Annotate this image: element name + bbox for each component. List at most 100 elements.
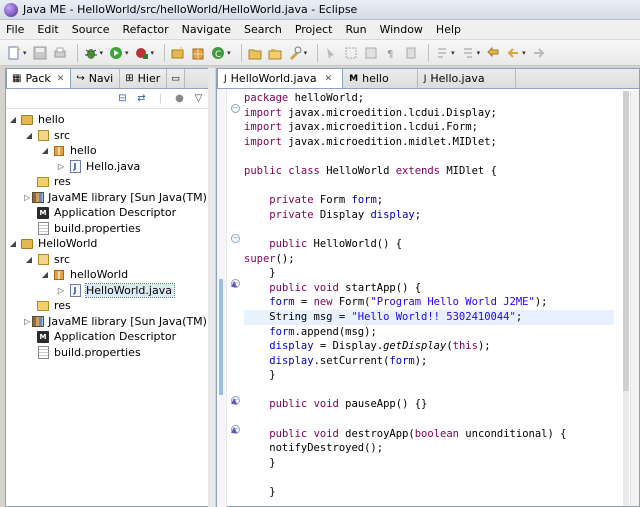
code-line[interactable]: import javax.microedition.lcdui.Form; <box>244 120 614 135</box>
collapse-all-icon[interactable]: ⊟ <box>115 91 130 106</box>
last-edit-location-icon[interactable] <box>485 45 501 61</box>
search-dropdown-icon[interactable]: ▾ <box>304 49 308 57</box>
code-line[interactable] <box>244 470 614 485</box>
source-code[interactable]: package helloWorld; import javax.microedi… <box>244 91 614 500</box>
tree-item[interactable]: ◢ HelloWorld <box>6 236 212 252</box>
code-line[interactable] <box>244 383 614 398</box>
next-annotation-icon[interactable] <box>434 45 450 61</box>
debug-dropdown-icon[interactable]: ▾ <box>100 49 104 57</box>
new-icon[interactable] <box>6 45 22 61</box>
close-icon[interactable]: ✕ <box>325 74 333 84</box>
minimize-icon[interactable]: ▭ <box>171 74 180 84</box>
tree-item[interactable]: build.properties <box>6 221 212 237</box>
tree-item[interactable]: M Application Descriptor <box>6 205 212 221</box>
back-dropdown-icon[interactable]: ▾ <box>522 49 526 57</box>
new-java-project-icon[interactable] <box>170 45 186 61</box>
code-line[interactable] <box>244 179 614 194</box>
new-class-icon[interactable]: C <box>210 45 226 61</box>
menu-edit[interactable]: Edit <box>37 23 58 36</box>
code-line[interactable]: String msg = "Hello World!! 5302410044"; <box>244 309 614 325</box>
show-source-icon[interactable]: ¶ <box>383 45 399 61</box>
collapsed-arrow-icon[interactable]: ▷ <box>56 162 66 171</box>
collapsed-arrow-icon[interactable]: ▷ <box>24 193 30 202</box>
scroll-thumb[interactable] <box>623 91 629 391</box>
print-icon[interactable] <box>52 45 68 61</box>
code-line[interactable]: super(); <box>244 252 614 267</box>
run-icon[interactable] <box>108 45 124 61</box>
tree-item[interactable]: ◢ src <box>6 252 212 268</box>
open-type-icon[interactable] <box>247 45 263 61</box>
search-icon[interactable] <box>287 45 303 61</box>
code-line[interactable]: } <box>244 456 614 471</box>
tree-item[interactable]: ▷ JavaME library [Sun Java(TM) Wir <box>6 314 212 330</box>
tree-item[interactable]: ◢ src <box>6 128 212 144</box>
focus-icon[interactable]: ● <box>172 91 187 106</box>
open-resource-icon[interactable] <box>267 45 283 61</box>
menu-help[interactable]: Help <box>436 23 461 36</box>
new-dropdown-icon[interactable]: ▾ <box>23 49 27 57</box>
collapsed-arrow-icon[interactable]: ▷ <box>24 317 30 326</box>
tab-hello-java[interactable]: J Hello.java <box>418 69 516 88</box>
fold-imports-icon[interactable]: − <box>231 104 240 113</box>
menu-source[interactable]: Source <box>72 23 110 36</box>
save-icon[interactable] <box>32 45 48 61</box>
expanded-arrow-icon[interactable]: ◢ <box>24 255 34 264</box>
expanded-arrow-icon[interactable]: ◢ <box>24 131 34 140</box>
forward-icon[interactable] <box>531 45 547 61</box>
code-line[interactable]: private Form form; <box>244 193 614 208</box>
fold-constructor-icon[interactable]: − <box>231 234 240 243</box>
menu-run[interactable]: Run <box>345 23 366 36</box>
menu-navigate[interactable]: Navigate <box>182 23 231 36</box>
close-icon[interactable]: ✕ <box>57 74 65 84</box>
menu-search[interactable]: Search <box>244 23 282 36</box>
external-tools-icon[interactable] <box>134 45 150 61</box>
tree-item[interactable]: ▷ J HelloWorld.java <box>6 282 212 299</box>
next-annotation-dropdown-icon[interactable]: ▾ <box>451 49 455 57</box>
code-line[interactable]: } <box>244 266 614 281</box>
tree-item[interactable]: ◢ helloWorld <box>6 267 212 283</box>
menu-refactor[interactable]: Refactor <box>123 23 169 36</box>
build-icon[interactable] <box>403 45 419 61</box>
overview-ruler[interactable] <box>630 91 639 506</box>
tab-hello-descriptor[interactable]: M hello <box>343 69 418 88</box>
code-line[interactable]: private Display display; <box>244 208 614 223</box>
debug-icon[interactable] <box>83 45 99 61</box>
code-line[interactable] <box>244 149 614 164</box>
tree-item[interactable]: build.properties <box>6 345 212 361</box>
previous-annotation-dropdown-icon[interactable]: ▾ <box>477 49 481 57</box>
code-line[interactable]: form = new Form("Program Hello World J2M… <box>244 295 614 310</box>
editor-vertical-scrollbar[interactable] <box>623 91 629 506</box>
code-line[interactable]: import javax.microedition.lcdui.Display; <box>244 106 614 121</box>
code-line[interactable]: display.setCurrent(form); <box>244 354 614 369</box>
code-line[interactable]: public void startApp() { <box>244 281 614 296</box>
collapsed-arrow-icon[interactable]: ▷ <box>56 286 66 295</box>
code-line[interactable]: } <box>244 368 614 383</box>
code-line[interactable]: } <box>244 485 614 500</box>
back-icon[interactable] <box>505 45 521 61</box>
new-class-dropdown-icon[interactable]: ▾ <box>227 49 231 57</box>
code-line[interactable]: form.append(msg); <box>244 325 614 340</box>
code-line[interactable]: import javax.microedition.midlet.MIDlet; <box>244 135 614 150</box>
menu-project[interactable]: Project <box>295 23 333 36</box>
code-line[interactable]: notifyDestroyed(); <box>244 441 614 456</box>
expanded-arrow-icon[interactable]: ◢ <box>40 146 50 155</box>
code-line[interactable] <box>244 412 614 427</box>
tree-item[interactable]: ▷ J Hello.java <box>6 159 212 175</box>
menu-window[interactable]: Window <box>380 23 423 36</box>
annotation-ruler[interactable] <box>217 89 227 507</box>
show-whitespace-icon[interactable] <box>363 45 379 61</box>
run-dropdown-icon[interactable]: ▾ <box>125 49 129 57</box>
expanded-arrow-icon[interactable]: ◢ <box>8 239 18 248</box>
tab-hierarchy[interactable]: ⊞ Hier <box>120 69 168 88</box>
minimize-maximize-tab[interactable]: ▭ <box>167 69 185 88</box>
tree-item[interactable]: res <box>6 298 212 314</box>
tree-item[interactable]: ▷ JavaME library [Sun Java(TM) Wir <box>6 190 212 206</box>
menu-file[interactable]: File <box>6 23 24 36</box>
tab-navigator[interactable]: ↪ Navi <box>71 69 121 88</box>
code-line[interactable]: package helloWorld; <box>244 91 614 106</box>
previous-annotation-icon[interactable] <box>460 45 476 61</box>
toggle-block-selection-icon[interactable] <box>343 45 359 61</box>
link-with-editor-icon[interactable]: ⇄ <box>134 91 149 106</box>
tab-helloworld-java[interactable]: J HelloWorld.java ✕ <box>217 68 344 88</box>
code-line[interactable]: public class HelloWorld extends MIDlet { <box>244 164 614 179</box>
